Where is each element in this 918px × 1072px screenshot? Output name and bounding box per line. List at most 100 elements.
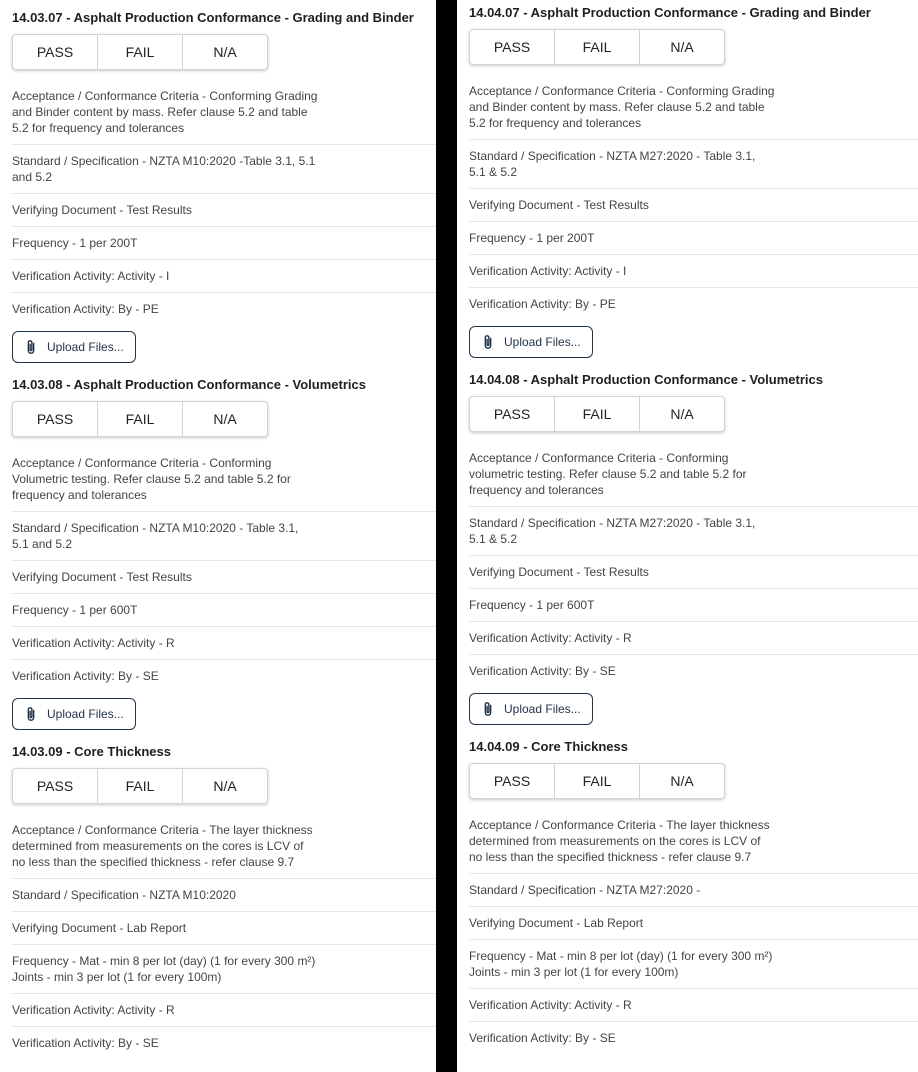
item-title: 14.03.09 - Core Thickness [12, 744, 171, 759]
checklist-item: 14.03.08 - Asphalt Production Conformanc… [12, 377, 436, 730]
criteria-text: Standard / Specification - NZTA M10:2020 [12, 888, 236, 902]
criteria-text: Verification Activity: By - SE [469, 664, 616, 678]
criteria-text: Frequency - 1 per 600T [12, 603, 138, 617]
pass-button[interactable]: PASS [470, 30, 555, 64]
fail-button[interactable]: FAIL [555, 764, 640, 798]
criteria-row: Frequency - 1 per 600T [12, 594, 436, 627]
criteria-row: Verifying Document - Test Results [469, 189, 918, 222]
criteria-text: Verification Activity: By - SE [12, 669, 159, 683]
fail-button[interactable]: FAIL [98, 35, 183, 69]
upload-files-button[interactable]: Upload Files... [469, 693, 593, 725]
criteria-row: Verification Activity: By - SE [12, 1027, 436, 1059]
paperclip-icon [27, 340, 35, 354]
criteria-text: Standard / Specification - NZTA M27:2020… [469, 149, 756, 179]
item-title: 14.04.08 - Asphalt Production Conformanc… [469, 372, 823, 387]
criteria-text: Verification Activity: Activity - R [469, 631, 632, 645]
criteria-text: Frequency - 1 per 200T [469, 231, 595, 245]
na-button[interactable]: N/A [183, 769, 267, 803]
pass-button[interactable]: PASS [470, 397, 555, 431]
fail-button[interactable]: FAIL [555, 30, 640, 64]
result-selector: PASS FAIL N/A [469, 396, 725, 432]
right-checklist-panel: 14.04.07 - Asphalt Production Conformanc… [457, 0, 918, 1072]
upload-files-label: Upload Files... [47, 707, 124, 721]
criteria-row: Frequency - 1 per 600T [469, 589, 918, 622]
pass-button[interactable]: PASS [470, 764, 555, 798]
criteria-row: Verification Activity: Activity - I [12, 260, 436, 293]
left-checklist-panel: 14.03.07 - Asphalt Production Conformanc… [0, 0, 436, 1072]
na-button[interactable]: N/A [640, 764, 724, 798]
criteria-text: Frequency - Mat - min 8 per lot (day) (1… [469, 949, 773, 979]
criteria-row: Verifying Document - Test Results [469, 556, 918, 589]
criteria-row: Verification Activity: Activity - R [469, 622, 918, 655]
criteria-row: Verifying Document - Test Results [12, 561, 436, 594]
na-button[interactable]: N/A [183, 35, 267, 69]
criteria-row: Verification Activity: By - SE [469, 1022, 918, 1054]
na-button[interactable]: N/A [183, 402, 267, 436]
paperclip-icon [27, 707, 35, 721]
criteria-row: Frequency - 1 per 200T [12, 227, 436, 260]
criteria-text: Verifying Document - Test Results [12, 203, 192, 217]
criteria-text: Verifying Document - Lab Report [469, 916, 644, 930]
fail-button[interactable]: FAIL [98, 402, 183, 436]
criteria-row: Verifying Document - Test Results [12, 194, 436, 227]
criteria-text: Verification Activity: By - SE [469, 1031, 616, 1045]
criteria-row: Acceptance / Conformance Criteria - Conf… [469, 75, 918, 140]
checklist-item: 14.04.07 - Asphalt Production Conformanc… [469, 5, 918, 358]
item-title: 14.03.08 - Asphalt Production Conformanc… [12, 377, 366, 392]
criteria-row: Standard / Specification - NZTA M10:2020… [12, 145, 436, 194]
upload-files-label: Upload Files... [504, 335, 581, 349]
criteria-text: Acceptance / Conformance Criteria - Conf… [469, 451, 747, 497]
criteria-row: Verification Activity: Activity - R [12, 994, 436, 1027]
checklist-item: 14.03.07 - Asphalt Production Conformanc… [12, 10, 436, 363]
criteria-text: Verifying Document - Lab Report [12, 921, 187, 935]
criteria-row: Verifying Document - Lab Report [469, 907, 918, 940]
criteria-text: Standard / Specification - NZTA M27:2020… [469, 883, 701, 897]
criteria-text: Verification Activity: By - SE [12, 1036, 159, 1050]
panel-divider [436, 0, 457, 1072]
criteria-text: Acceptance / Conformance Criteria - Conf… [469, 84, 775, 130]
paperclip-icon [484, 702, 492, 716]
item-title: 14.04.09 - Core Thickness [469, 739, 628, 754]
pass-button[interactable]: PASS [13, 402, 98, 436]
na-button[interactable]: N/A [640, 30, 724, 64]
criteria-row: Verification Activity: By - SE [12, 660, 436, 692]
na-button[interactable]: N/A [640, 397, 724, 431]
item-title: 14.03.07 - Asphalt Production Conformanc… [12, 10, 414, 25]
criteria-text: Standard / Specification - NZTA M10:2020… [12, 521, 299, 551]
criteria-row: Standard / Specification - NZTA M27:2020… [469, 507, 918, 556]
upload-files-button[interactable]: Upload Files... [12, 331, 136, 363]
criteria-text: Verification Activity: Activity - I [12, 269, 170, 283]
criteria-text: Acceptance / Conformance Criteria - Conf… [12, 89, 318, 135]
criteria-row: Acceptance / Conformance Criteria - The … [469, 809, 918, 874]
criteria-row: Acceptance / Conformance Criteria - Conf… [12, 80, 436, 145]
result-selector: PASS FAIL N/A [12, 768, 268, 804]
item-title: 14.04.07 - Asphalt Production Conformanc… [469, 5, 871, 20]
criteria-row: Verification Activity: By - SE [469, 655, 918, 687]
criteria-row: Frequency - 1 per 200T [469, 222, 918, 255]
criteria-text: Verifying Document - Test Results [12, 570, 192, 584]
criteria-text: Acceptance / Conformance Criteria - The … [469, 818, 770, 864]
criteria-text: Verification Activity: Activity - R [12, 636, 175, 650]
criteria-text: Verification Activity: Activity - R [469, 998, 632, 1012]
pass-button[interactable]: PASS [13, 35, 98, 69]
criteria-row: Frequency - Mat - min 8 per lot (day) (1… [469, 940, 918, 989]
criteria-row: Verifying Document - Lab Report [12, 912, 436, 945]
criteria-row: Verification Activity: Activity - I [469, 255, 918, 288]
result-selector: PASS FAIL N/A [12, 401, 268, 437]
fail-button[interactable]: FAIL [98, 769, 183, 803]
criteria-row: Standard / Specification - NZTA M27:2020… [469, 140, 918, 189]
criteria-text: Verifying Document - Test Results [469, 198, 649, 212]
criteria-text: Verifying Document - Test Results [469, 565, 649, 579]
upload-files-label: Upload Files... [47, 340, 124, 354]
checklist-item: 14.03.09 - Core Thickness PASS FAIL N/A Acce… [12, 744, 436, 1059]
upload-files-label: Upload Files... [504, 702, 581, 716]
result-selector: PASS FAIL N/A [469, 763, 725, 799]
fail-button[interactable]: FAIL [555, 397, 640, 431]
upload-files-button[interactable]: Upload Files... [12, 698, 136, 730]
pass-button[interactable]: PASS [13, 769, 98, 803]
upload-files-button[interactable]: Upload Files... [469, 326, 593, 358]
criteria-text: Verification Activity: Activity - R [12, 1003, 175, 1017]
criteria-row: Standard / Specification - NZTA M27:2020… [469, 874, 918, 907]
criteria-row: Acceptance / Conformance Criteria - Conf… [12, 447, 436, 512]
checklist-item: 14.04.09 - Core Thickness PASS FAIL N/A Acce… [469, 739, 918, 1054]
